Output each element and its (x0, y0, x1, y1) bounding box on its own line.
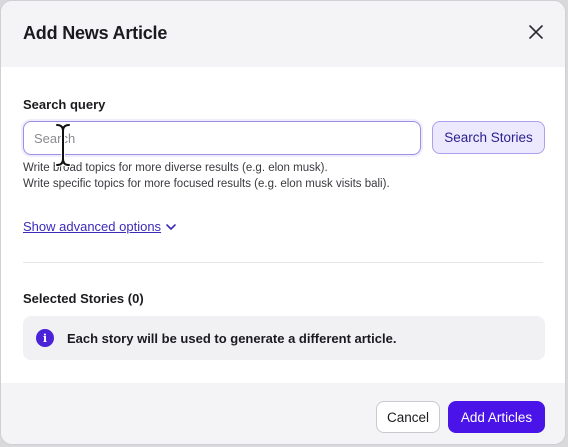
section-divider (23, 262, 543, 263)
close-button[interactable] (525, 21, 547, 43)
dialog-body: Search query Search Stories Write broad … (1, 67, 565, 383)
advanced-options-label: Show advanced options (23, 219, 162, 234)
search-help-text: Write broad topics for more diverse resu… (23, 160, 390, 192)
help-line-specific: Write specific topics for more focused r… (23, 178, 390, 190)
show-advanced-options-link[interactable]: Show advanced options (23, 219, 177, 234)
add-articles-button[interactable]: Add Articles (448, 401, 545, 433)
help-line-broad: Write broad topics for more diverse resu… (23, 162, 328, 174)
dialog-title: Add News Article (23, 23, 168, 43)
search-stories-button[interactable]: Search Stories (432, 121, 545, 154)
cancel-button[interactable]: Cancel (376, 401, 440, 433)
info-text: Each story will be used to generate a di… (67, 330, 397, 346)
close-icon (529, 25, 543, 39)
search-query-label: Search query (23, 97, 106, 112)
selected-stories-label: Selected Stories (0) (23, 291, 144, 306)
dialog-footer: Cancel Add Articles (1, 383, 565, 444)
info-icon: i (36, 329, 54, 347)
dialog-header: Add News Article (1, 1, 565, 67)
info-banner: i Each story will be used to generate a … (23, 316, 545, 360)
chevron-down-icon (166, 223, 176, 230)
add-news-article-dialog: Add News Article Search query Search Sto… (0, 0, 566, 445)
search-input[interactable] (23, 121, 421, 155)
